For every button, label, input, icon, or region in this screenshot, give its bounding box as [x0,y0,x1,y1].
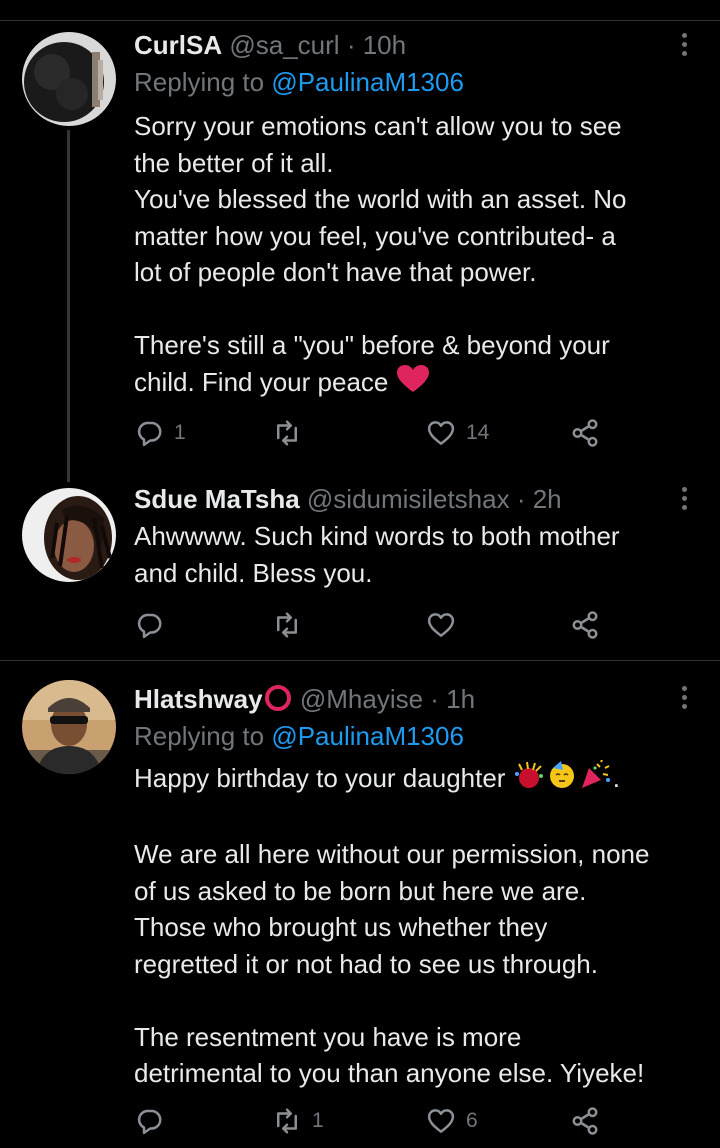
party-popper-emoji [579,759,613,800]
heart-icon [427,613,455,637]
tweet-line: matter how you feel, you've contributed-… [134,220,616,251]
tweet-line-suffix: . [612,763,620,793]
reply-icon [137,421,162,447]
user-handle[interactable]: @Mhayise [300,684,423,714]
heart-icon [427,1109,455,1133]
replying-prefix: Replying to [134,67,265,97]
replying-prefix: Replying to [134,721,265,751]
action-bar: 1 14 [134,416,614,450]
replying-to: Replying to @PaulinaM1306 [134,67,464,97]
red-heart-emoji [396,364,430,404]
tweet-line: of us asked to be born but here we are. [134,875,587,906]
party-face-emoji [545,760,579,800]
tweet-divider [0,660,720,661]
user-handle[interactable]: @sa_curl [229,30,339,60]
display-name[interactable]: Sdue MaTsha [134,484,300,514]
display-name[interactable]: Hlatshway [134,684,263,714]
like-count: 6 [466,1109,478,1132]
tweet-line: The resentment you have is more [134,1021,522,1052]
tweet-line: There's still a "you" before & beyond yo… [134,330,610,360]
thread-connector [67,130,70,482]
tweet-line: Ahwwww. Such kind words to both mother [134,521,620,551]
action-bar: 1 6 [134,1104,614,1138]
avatar[interactable] [22,680,116,774]
reply-button[interactable]: 1 [134,416,186,450]
action-bar [134,608,614,642]
like-button[interactable]: 14 [426,416,489,450]
share-button[interactable] [570,1104,600,1138]
tweet-line: and child. Bless you. [134,557,373,588]
share-icon [572,419,598,447]
tweet-line: Those who brought us whether they [134,912,548,943]
reply-count: 1 [174,421,186,444]
replying-to: Replying to @PaulinaM1306 [134,721,464,751]
share-button[interactable] [570,416,600,450]
tweet-text: Ahwwww. Such kind words to both mother a… [134,518,704,591]
share-button[interactable] [570,608,600,642]
share-icon [572,1107,598,1135]
tweet-line: Happy birthday to your daughter [134,763,506,793]
like-button[interactable]: 6 [426,1104,478,1138]
retweet-button[interactable] [272,608,302,642]
retweet-button[interactable]: 1 [272,1104,324,1138]
tweet-line: the better of it all. [134,147,334,178]
heart-icon [427,421,455,445]
reply-icon [137,613,162,639]
more-dots-icon[interactable] [676,487,692,510]
retweet-icon [277,1108,297,1134]
retweet-button[interactable] [272,416,312,450]
reply-button[interactable] [134,608,164,642]
mention-link[interactable]: @PaulinaM1306 [271,721,464,751]
like-button[interactable] [426,608,456,642]
avatar[interactable] [22,32,116,126]
retweet-icon [277,612,297,638]
retweet-icon [277,420,297,446]
timestamp[interactable]: · 1h [430,684,475,714]
tweet-line: lot of people don't have that power. [134,257,537,287]
mention-link[interactable]: @PaulinaM1306 [271,67,464,97]
red-ring-emoji [263,683,293,719]
tweet-line: You've blessed the world with an asset. … [134,184,627,214]
timestamp[interactable]: · 2h [517,484,562,514]
retweet-count: 1 [312,1109,324,1132]
user-handle[interactable]: @sidumisiletshax [307,484,510,514]
confetti-ball-emoji [513,760,545,800]
tweet-line: detrimental to you than anyone else. Yiy… [134,1058,645,1089]
tweet-line: regretted it or not had to see us throug… [134,948,598,979]
display-name[interactable]: CurlSA [134,30,222,60]
timestamp[interactable]: · 10h [347,30,406,60]
reply-button[interactable] [134,1104,164,1138]
tweet-text: Happy birthday to your daughter . We are… [134,759,704,1092]
share-icon [572,611,598,639]
more-dots-icon[interactable] [676,686,692,709]
top-divider [0,20,720,21]
tweet-line: We are all here without our permission, … [134,839,650,870]
reply-icon [137,1109,162,1135]
more-dots-icon[interactable] [676,33,692,56]
tweet-text: Sorry your emotions can't allow you to s… [134,108,704,403]
avatar[interactable] [22,488,116,582]
like-count: 14 [466,421,490,444]
tweet-line: Sorry your emotions can't allow you to s… [134,111,622,141]
tweet-line: child. Find your peace [134,366,389,397]
